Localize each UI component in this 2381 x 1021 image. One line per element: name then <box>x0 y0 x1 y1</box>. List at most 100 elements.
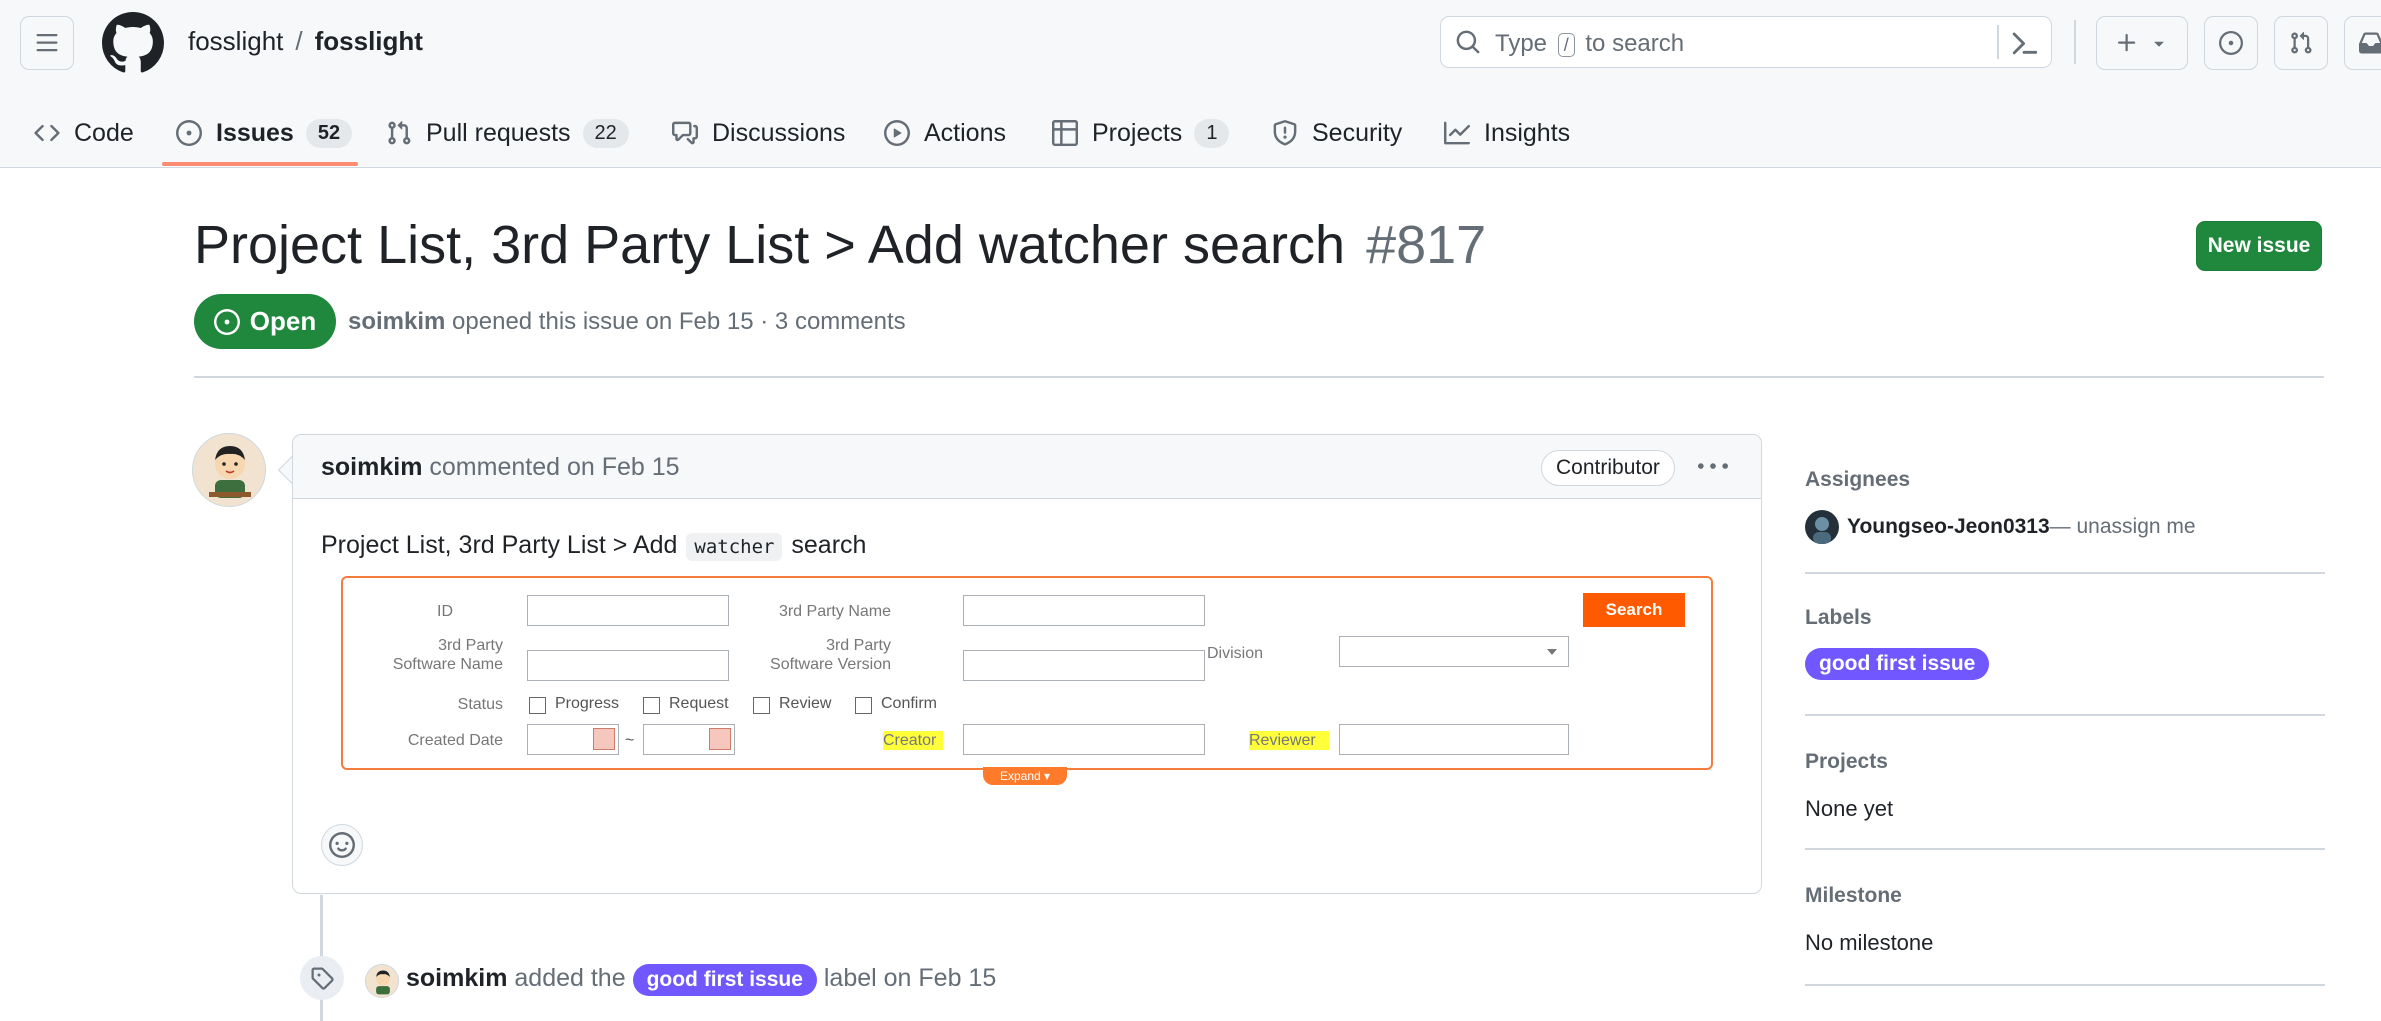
plus-icon <box>2118 34 2136 52</box>
selected-tab-indicator <box>162 162 358 166</box>
checkbox-confirm <box>855 697 872 714</box>
form-input-reviewer <box>1339 724 1569 755</box>
checkbox-label-review: Review <box>779 695 832 712</box>
git-pull-request-icon <box>2291 31 2312 54</box>
tab-insights[interactable]: Insights <box>1444 100 1570 166</box>
assignee-row: Youngseo-Jeon0313— unassign me <box>1847 515 2196 539</box>
sidebar-heading-assignees[interactable]: Assignees <box>1805 468 1910 492</box>
timeline-event: soimkim added the good first issue label… <box>406 964 996 996</box>
form-expand-tab: Expand ▾ <box>983 767 1067 785</box>
add-reaction-button[interactable] <box>321 824 363 866</box>
form-select-division <box>1339 636 1569 667</box>
hamburger-icon <box>36 34 58 52</box>
form-input-creator <box>963 724 1205 755</box>
embedded-screenshot[interactable]: ID 3rd Party Name 3rd Party Software Name… <box>341 576 1713 785</box>
sidebar-heading-labels[interactable]: Labels <box>1805 606 1872 630</box>
issue-state-badge: Open <box>194 294 336 349</box>
play-icon <box>884 120 910 146</box>
graph-icon <box>1444 121 1470 145</box>
issue-meta: soimkim opened this issue on Feb 15 · 3 … <box>348 308 906 336</box>
avatar-image <box>209 446 251 498</box>
tab-label: Security <box>1312 118 1403 147</box>
code-icon <box>34 124 60 142</box>
label-good-first-issue[interactable]: good first issue <box>632 964 817 996</box>
tab-security[interactable]: Security <box>1272 100 1402 166</box>
form-input-party-name <box>963 595 1205 626</box>
calendar-icon <box>709 728 731 750</box>
assignee-link[interactable]: Youngseo-Jeon0313 <box>1847 515 2050 538</box>
header-divider <box>2074 20 2076 64</box>
assignee-avatar[interactable] <box>1805 510 1839 544</box>
checkbox-progress <box>529 697 546 714</box>
calendar-icon <box>593 728 615 750</box>
label-good-first-issue[interactable]: good first issue <box>1805 648 1990 680</box>
comment-header: soimkim commented on Feb 15 Contributor <box>293 435 1761 499</box>
tab-pull-requests[interactable]: Pull requests 22 <box>386 100 629 166</box>
tab-label: Insights <box>1484 118 1571 147</box>
tab-code[interactable]: Code <box>34 100 134 166</box>
command-palette-icon[interactable] <box>2009 27 2039 57</box>
your-issues-button[interactable] <box>2204 16 2258 70</box>
sidebar-heading-milestone[interactable]: Milestone <box>1805 884 1902 908</box>
comment-options-button[interactable] <box>1693 449 1733 485</box>
repo-link[interactable]: fosslight <box>315 26 423 56</box>
github-logo-icon[interactable] <box>102 12 164 74</box>
comment-author-link[interactable]: soimkim <box>321 453 422 481</box>
new-issue-button[interactable]: New issue <box>2196 221 2322 271</box>
avatar[interactable] <box>365 964 399 998</box>
inbox-button[interactable] <box>2344 16 2381 70</box>
contributor-badge: Contributor <box>1541 450 1675 486</box>
unassign-me-link[interactable]: — unassign me <box>2050 515 2196 538</box>
slash-key-hint: / <box>1557 33 1575 57</box>
sidebar-divider <box>1805 572 2325 574</box>
inline-code: watcher <box>686 533 783 561</box>
search-icon <box>1456 30 1480 54</box>
issue-comment: soimkim commented on Feb 15 Contributor … <box>292 434 1762 894</box>
form-input-software-version <box>963 650 1205 681</box>
create-new-button[interactable] <box>2096 16 2188 70</box>
event-author-link[interactable]: soimkim <box>406 964 507 992</box>
checkbox-label-progress: Progress <box>555 695 620 712</box>
inbox-icon <box>2359 32 2381 54</box>
projects-value: None yet <box>1805 796 1894 821</box>
breadcrumb: fosslight / fosslight <box>188 26 423 57</box>
tag-icon <box>311 967 334 990</box>
issue-author-link[interactable]: soimkim <box>348 308 445 335</box>
event-suffix-text[interactable]: label on Feb 15 <box>824 964 996 992</box>
tab-issues[interactable]: Issues 52 <box>176 100 353 166</box>
tab-count: 22 <box>582 118 629 148</box>
git-pull-request-icon <box>388 120 411 145</box>
comment-timestamp[interactable]: commented on Feb 15 <box>429 453 679 481</box>
event-action-text: added the <box>514 964 626 992</box>
tab-projects[interactable]: Projects 1 <box>1052 100 1230 166</box>
avatar-image <box>376 970 390 995</box>
form-label-software-version: 3rd Party Software Version <box>770 637 891 673</box>
tab-label: Issues <box>216 118 294 147</box>
select-arrow-icon <box>1547 649 1557 655</box>
kebab-horizontal-icon <box>1698 463 1728 469</box>
avatar[interactable] <box>192 433 266 507</box>
owner-link[interactable]: fosslight <box>188 26 283 56</box>
tab-actions[interactable]: Actions <box>884 100 1006 166</box>
form-label-division: Division <box>1206 645 1263 662</box>
checkbox-label-request: Request <box>669 695 729 712</box>
issue-meta-text: opened this issue on Feb 15 · 3 comments <box>452 308 906 335</box>
table-icon <box>1052 120 1078 146</box>
form-label-reviewer: Reviewer <box>1249 731 1329 750</box>
issue-title-text: Project List, 3rd Party List > Add watch… <box>194 215 1346 275</box>
sidebar-divider <box>1805 984 2325 986</box>
your-pull-requests-button[interactable] <box>2274 16 2328 70</box>
form-input-id <box>527 595 729 626</box>
form-input-software-name <box>527 650 729 681</box>
sidebar-heading-projects[interactable]: Projects <box>1805 750 1888 774</box>
tab-discussions[interactable]: Discussions <box>672 100 845 166</box>
comment-header-text: soimkim commented on Feb 15 <box>321 453 680 482</box>
search-input[interactable]: Type / to search <box>1440 16 2052 68</box>
issue-state-label: Open <box>249 306 317 336</box>
tab-count: 52 <box>305 118 353 148</box>
tab-label: Projects <box>1092 118 1183 147</box>
hamburger-menu-button[interactable] <box>20 16 74 70</box>
global-header: fosslight / fosslight Type / to search Cod… <box>0 0 2381 168</box>
checkbox-review <box>753 697 770 714</box>
form-label-id: ID <box>437 603 453 620</box>
